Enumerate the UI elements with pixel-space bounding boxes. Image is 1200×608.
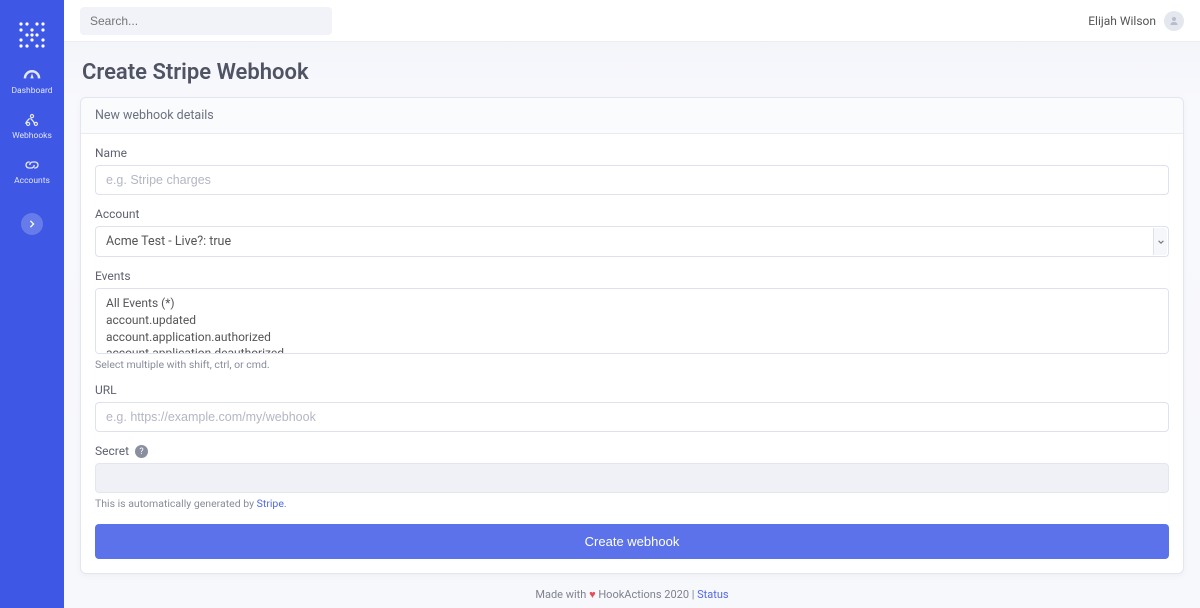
create-webhook-button[interactable]: Create webhook [95,524,1169,559]
sidebar-item-label: Webhooks [12,131,52,141]
events-select[interactable]: All Events (*) account.updated account.a… [95,288,1169,354]
form-card: New webhook details Name Account Acme Te… [80,97,1184,574]
account-select[interactable]: Acme Test - Live?: true [95,226,1169,257]
footer: Made with ♥ HookActions 2020 | Status [80,574,1184,608]
secret-label: Secret ? [95,444,1169,458]
events-option[interactable]: account.updated [106,312,1158,329]
events-label: Events [95,269,1169,283]
secret-input [95,463,1169,493]
status-link[interactable]: Status [697,588,728,601]
account-selected: Acme Test - Live?: true [95,226,1169,257]
sidebar-item-label: Accounts [14,176,50,186]
events-option[interactable]: All Events (*) [106,295,1158,312]
page-title: Create Stripe Webhook [82,60,1184,85]
name-input[interactable] [95,165,1169,195]
dashboard-icon [22,67,42,83]
avatar-icon [1164,11,1184,31]
content: Create Stripe Webhook New webhook detail… [64,42,1200,608]
url-input[interactable] [95,402,1169,432]
link-icon [22,157,42,173]
help-icon[interactable]: ? [135,445,148,458]
user-name: Elijah Wilson [1088,14,1156,28]
stripe-link[interactable]: Stripe [257,497,284,510]
url-label: URL [95,383,1169,397]
card-header: New webhook details [81,98,1183,134]
sidebar-item-label: Dashboard [11,86,52,96]
events-help: Select multiple with shift, ctrl, or cmd… [95,358,1169,371]
name-label: Name [95,146,1169,160]
search-input[interactable] [90,14,322,28]
webhooks-icon [22,112,42,128]
topbar: Elijah Wilson [64,0,1200,42]
sidebar-collapse-button[interactable] [21,213,43,235]
events-option[interactable]: account.application.authorized [106,329,1158,346]
search-box[interactable] [80,7,332,35]
secret-help: This is automatically generated by Strip… [95,497,1169,510]
user-menu[interactable]: Elijah Wilson [1088,11,1184,31]
account-label: Account [95,207,1169,221]
sidebar: Dashboard Webhooks Accounts [0,0,64,608]
sidebar-item-dashboard[interactable]: Dashboard [0,58,64,103]
chevron-down-icon [1153,228,1167,255]
main: Elijah Wilson Create Stripe Webhook New … [64,0,1200,608]
sidebar-item-webhooks[interactable]: Webhooks [0,103,64,148]
app-logo[interactable] [15,18,49,52]
events-option[interactable]: account.application.deauthorized [106,345,1158,354]
sidebar-item-accounts[interactable]: Accounts [0,148,64,193]
